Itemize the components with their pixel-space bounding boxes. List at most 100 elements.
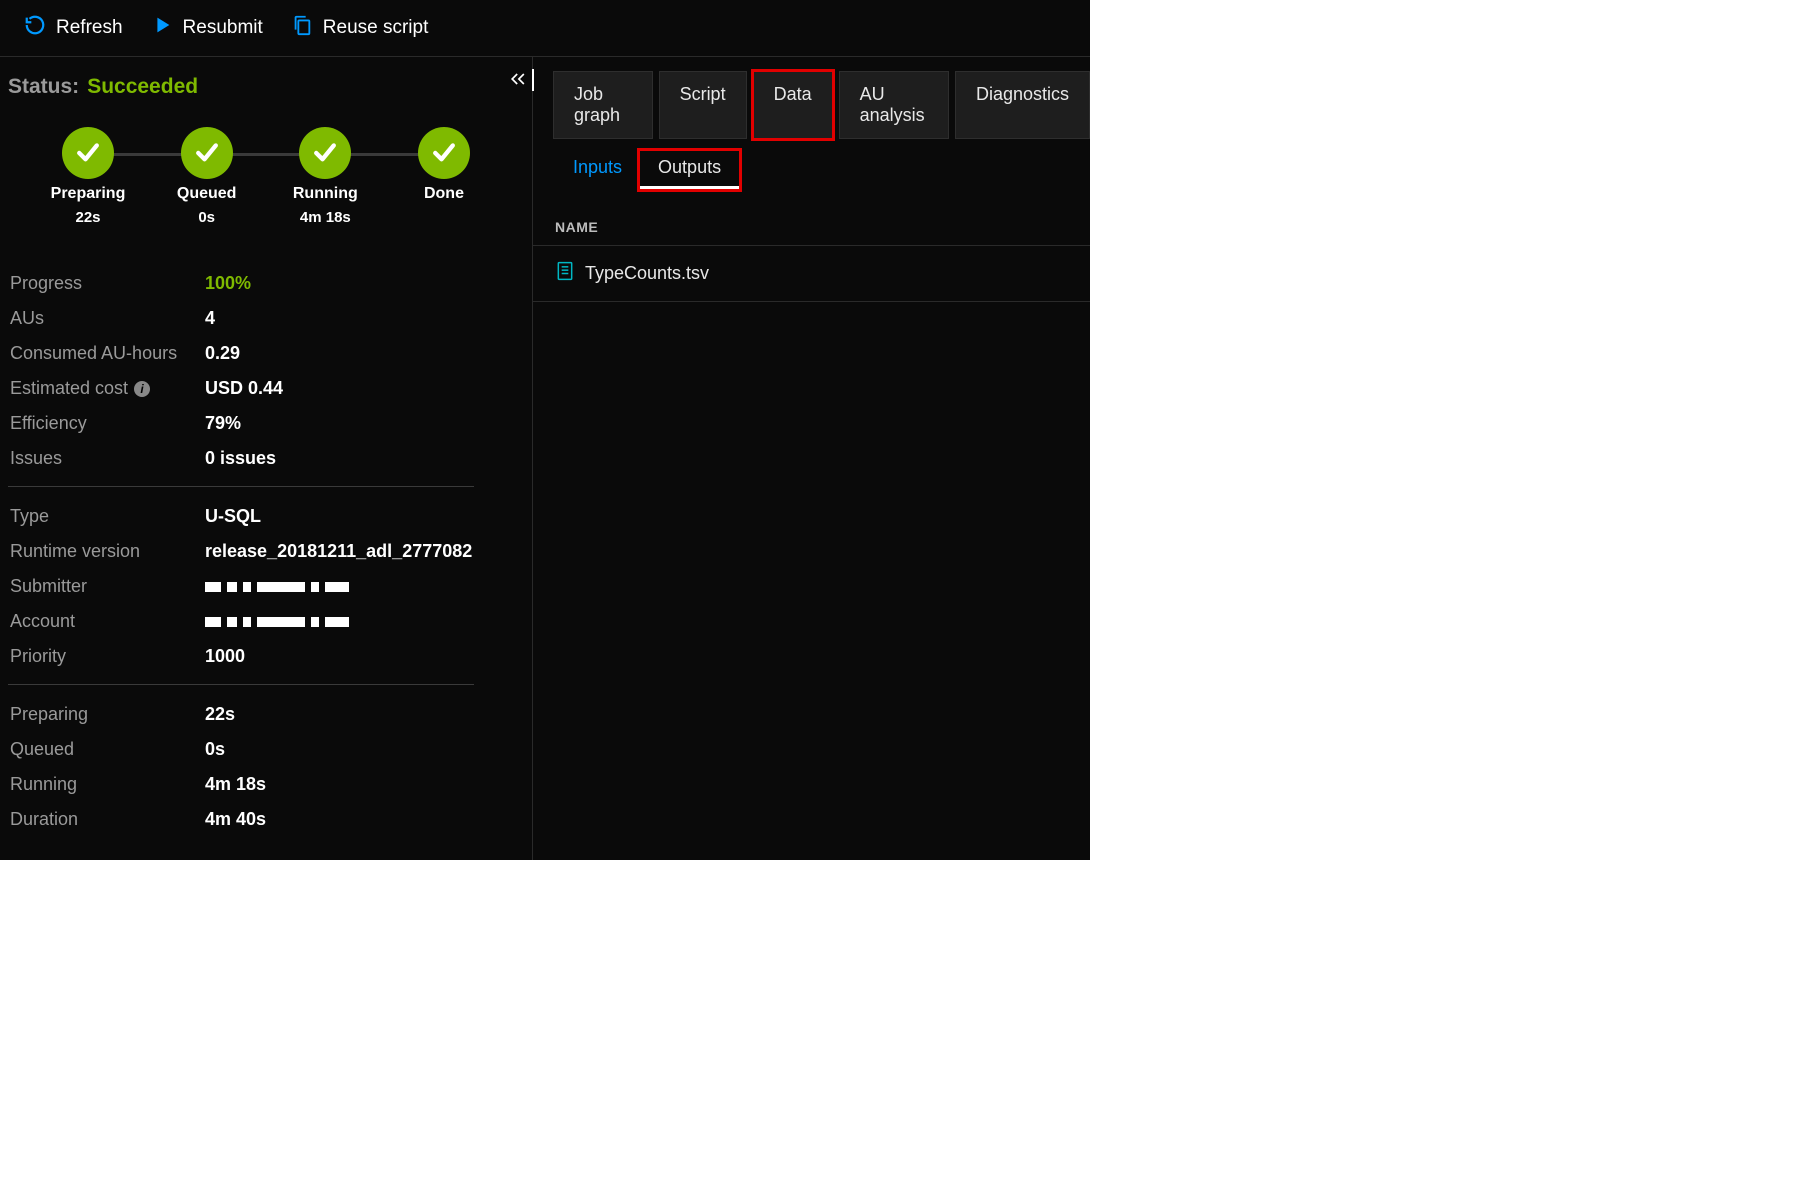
kv-value: 0.29 — [205, 343, 240, 364]
metrics-block-1: Progress 100%AUs 4Consumed AU-hours 0.29… — [8, 266, 524, 476]
kv-key: Running — [10, 774, 205, 795]
kv-key: Estimated cost i — [10, 378, 205, 399]
redacted-value — [205, 617, 349, 627]
resubmit-button[interactable]: Resubmit — [151, 14, 263, 42]
kv-row: Issues 0 issues — [10, 441, 522, 476]
kv-row: Priority 1000 — [10, 639, 522, 674]
metrics-block-2: Type U-SQLRuntime version release_201812… — [8, 499, 524, 674]
kv-value: release_20181211_adl_2777082 — [205, 541, 472, 562]
kv-row: Account — [10, 604, 522, 639]
status-row: Status: Succeeded — [8, 75, 524, 127]
stage-time: 22s — [75, 209, 100, 226]
kv-value: 4m 40s — [205, 809, 266, 830]
app-window: Refresh Resubmit Reuse script Status: Su… — [0, 0, 1090, 860]
check-icon — [418, 127, 470, 179]
info-icon[interactable]: i — [134, 381, 150, 397]
tabs-primary: Job graphScriptDataAU analysisDiagnostic… — [533, 71, 1090, 139]
check-icon — [181, 127, 233, 179]
kv-key: Queued — [10, 739, 205, 760]
stage-time: 0s — [198, 209, 215, 226]
kv-key: Progress — [10, 273, 205, 294]
stage-done: Done — [394, 127, 494, 226]
kv-key: AUs — [10, 308, 205, 329]
resubmit-label: Resubmit — [183, 17, 263, 39]
kv-value: 0 issues — [205, 448, 276, 469]
reuse-label: Reuse script — [323, 17, 429, 39]
kv-row: Preparing 22s — [10, 697, 522, 732]
summary-panel: Status: Succeeded Preparing22sQueued0sRu… — [0, 57, 532, 860]
stage-name: Queued — [177, 185, 237, 203]
divider — [8, 486, 474, 487]
kv-row: Queued 0s — [10, 732, 522, 767]
check-icon — [299, 127, 351, 179]
kv-key: Preparing — [10, 704, 205, 725]
kv-key: Duration — [10, 809, 205, 830]
list-header: NAME — [533, 195, 1090, 246]
kv-value: 1000 — [205, 646, 245, 667]
file-list: TypeCounts.tsv — [533, 246, 1090, 302]
kv-value: 22s — [205, 704, 235, 725]
stage-name: Running — [293, 185, 358, 203]
play-icon — [151, 14, 173, 42]
kv-value: 0s — [205, 739, 225, 760]
subtab-inputs[interactable]: Inputs — [555, 151, 640, 189]
main-split: Status: Succeeded Preparing22sQueued0sRu… — [0, 57, 1090, 860]
kv-value: 100% — [205, 273, 251, 294]
tab-data[interactable]: Data — [753, 71, 833, 139]
kv-value: U-SQL — [205, 506, 261, 527]
kv-key: Runtime version — [10, 541, 205, 562]
kv-row: AUs 4 — [10, 301, 522, 336]
check-icon — [62, 127, 114, 179]
stage-name: Done — [424, 185, 464, 203]
file-icon — [555, 260, 575, 287]
kv-value: 79% — [205, 413, 241, 434]
kv-row: Efficiency 79% — [10, 406, 522, 441]
stage-name: Preparing — [51, 185, 126, 203]
stage-preparing: Preparing 22s — [38, 127, 138, 226]
tab-job-graph[interactable]: Job graph — [553, 71, 653, 139]
kv-key: Submitter — [10, 576, 205, 597]
kv-key: Priority — [10, 646, 205, 667]
refresh-label: Refresh — [56, 17, 123, 39]
tab-au-analysis[interactable]: AU analysis — [839, 71, 949, 139]
tab-script[interactable]: Script — [659, 71, 747, 139]
file-name: TypeCounts.tsv — [585, 263, 709, 284]
kv-value: 4 — [205, 308, 215, 329]
refresh-button[interactable]: Refresh — [24, 14, 123, 42]
kv-key: Efficiency — [10, 413, 205, 434]
toolbar: Refresh Resubmit Reuse script — [0, 0, 1090, 57]
kv-row: Type U-SQL — [10, 499, 522, 534]
reuse-script-button[interactable]: Reuse script — [291, 14, 429, 42]
kv-row: Submitter — [10, 569, 522, 604]
kv-row: Progress 100% — [10, 266, 522, 301]
kv-key: Type — [10, 506, 205, 527]
status-value: Succeeded — [87, 75, 198, 99]
kv-row: Runtime version release_20181211_adl_277… — [10, 534, 522, 569]
kv-row: Running 4m 18s — [10, 767, 522, 802]
stage-queued: Queued 0s — [157, 127, 257, 226]
copy-icon — [291, 14, 313, 42]
stage-time: 4m 18s — [300, 209, 351, 226]
status-label: Status: — [8, 75, 79, 99]
stage-track: Preparing 22s Queued 0s Running 4m 18s Done — [38, 127, 494, 226]
redacted-value — [205, 582, 349, 592]
tab-diagnostics[interactable]: Diagnostics — [955, 71, 1090, 139]
tabs-secondary: InputsOutputs — [533, 139, 1090, 189]
stage-running: Running 4m 18s — [275, 127, 375, 226]
subtab-outputs[interactable]: Outputs — [640, 151, 739, 189]
kv-value: 4m 18s — [205, 774, 266, 795]
file-row[interactable]: TypeCounts.tsv — [533, 246, 1090, 302]
splitter-handle[interactable] — [532, 69, 534, 91]
detail-panel: Job graphScriptDataAU analysisDiagnostic… — [532, 57, 1090, 860]
collapse-button[interactable] — [508, 69, 528, 94]
kv-row: Estimated cost iUSD 0.44 — [10, 371, 522, 406]
metrics-block-3: Preparing 22sQueued 0sRunning 4m 18sDura… — [8, 697, 524, 837]
kv-row: Consumed AU-hours 0.29 — [10, 336, 522, 371]
kv-key: Consumed AU-hours — [10, 343, 205, 364]
kv-key: Account — [10, 611, 205, 632]
divider — [8, 684, 474, 685]
kv-key: Issues — [10, 448, 205, 469]
refresh-icon — [24, 14, 46, 42]
kv-row: Duration 4m 40s — [10, 802, 522, 837]
kv-value: USD 0.44 — [205, 378, 283, 399]
